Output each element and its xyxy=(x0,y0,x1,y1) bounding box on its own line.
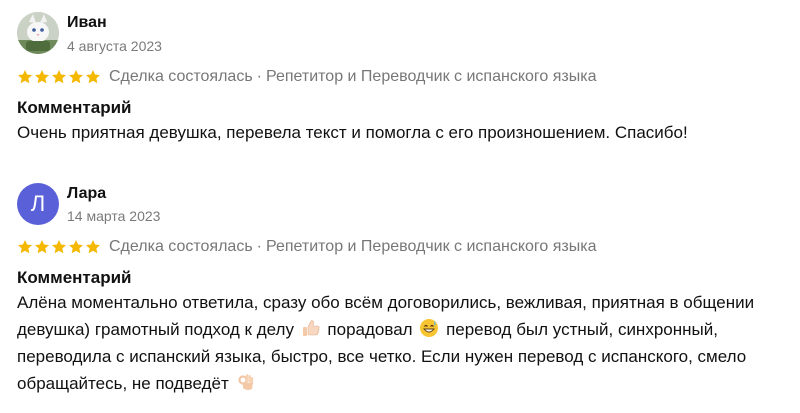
service-name: Репетитор и Переводчик с испанского язык… xyxy=(265,238,597,255)
meta-separator: · xyxy=(256,68,262,85)
star-icon xyxy=(35,240,49,254)
deal-status: Сделка состоялась xyxy=(109,238,253,255)
star-rating xyxy=(17,239,101,255)
comment-heading: Комментарий xyxy=(17,98,132,117)
avatar[interactable] xyxy=(17,12,59,54)
star-icon xyxy=(18,240,32,254)
rating-line: Сделка состоялась · Репетитор и Переводч… xyxy=(17,238,596,256)
star-icon xyxy=(86,240,100,254)
star-icon xyxy=(52,70,66,84)
thumbs-up-icon xyxy=(302,320,320,336)
star-rating xyxy=(17,69,101,85)
star-icon xyxy=(52,240,66,254)
star-icon xyxy=(35,70,49,84)
comment-text: Алёна моментально ответила, сразу обо вс… xyxy=(17,289,777,397)
star-icon xyxy=(18,70,32,84)
grinning-sweat-icon xyxy=(420,319,439,337)
avatar[interactable]: Л xyxy=(17,183,59,225)
star-icon xyxy=(86,70,100,84)
comment-text: Очень приятная девушка, перевела текст и… xyxy=(17,123,688,142)
author-name[interactable]: Иван xyxy=(67,14,107,32)
review-date: 14 марта 2023 xyxy=(67,208,161,224)
star-icon xyxy=(69,70,83,84)
comment-heading: Комментарий xyxy=(17,268,132,287)
service-name: Репетитор и Переводчик с испанского язык… xyxy=(265,68,597,85)
rating-line: Сделка состоялась · Репетитор и Переводч… xyxy=(17,68,596,86)
ok-hand-icon xyxy=(238,374,254,391)
deal-status: Сделка состоялась xyxy=(109,68,253,85)
review-date: 4 августа 2023 xyxy=(67,38,162,54)
author-name[interactable]: Лара xyxy=(67,185,106,203)
star-icon xyxy=(69,240,83,254)
comment-part: порадовал xyxy=(327,320,413,339)
meta-separator: · xyxy=(256,238,262,255)
